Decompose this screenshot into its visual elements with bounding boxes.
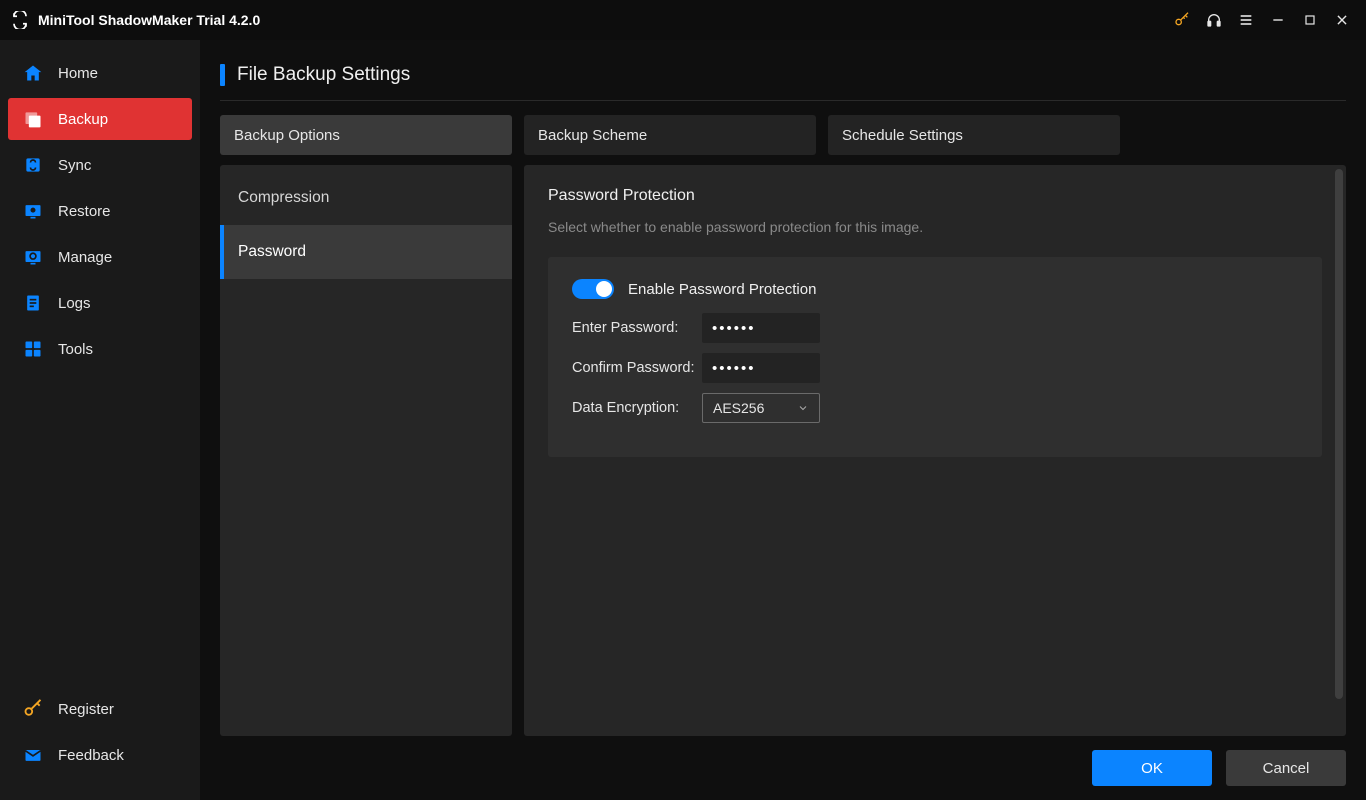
encryption-value: AES256 (713, 400, 764, 416)
toggle-label: Enable Password Protection (628, 281, 816, 298)
key-icon (22, 698, 44, 720)
sync-icon (22, 154, 44, 176)
password-card: Enable Password Protection Enter Passwor… (548, 257, 1322, 457)
sidebar-item-label: Home (58, 65, 98, 82)
sidebar-item-label: Tools (58, 341, 93, 358)
panel-heading: Password Protection (548, 187, 1322, 205)
sidebar-item-label: Restore (58, 203, 111, 220)
manage-icon (22, 246, 44, 268)
sidebar-item-label: Feedback (58, 747, 124, 764)
settings-panel: Password Protection Select whether to en… (524, 165, 1346, 736)
tabs-row: Backup Options Backup Scheme Schedule Se… (220, 115, 1346, 155)
sidebar-item-label: Manage (58, 249, 112, 266)
footer-buttons: OK Cancel (220, 736, 1346, 786)
enter-password-input[interactable] (702, 313, 820, 343)
window-maximize-icon[interactable] (1296, 6, 1324, 34)
sidebar-item-tools[interactable]: Tools (8, 328, 192, 370)
confirm-password-label: Confirm Password: (572, 360, 702, 376)
sidebar-item-label: Sync (58, 157, 91, 174)
sidebar-item-logs[interactable]: Logs (8, 282, 192, 324)
confirm-password-input[interactable] (702, 353, 820, 383)
data-encryption-label: Data Encryption: (572, 400, 702, 416)
menu-icon[interactable] (1232, 6, 1260, 34)
sidebar-item-backup[interactable]: Backup (8, 98, 192, 140)
logs-icon (22, 292, 44, 314)
main-content: File Backup Settings Backup Options Back… (200, 40, 1366, 800)
window-title: MiniTool ShadowMaker Trial 4.2.0 (38, 12, 260, 28)
page-title-row: File Backup Settings (220, 64, 1346, 101)
sidebar-item-label: Backup (58, 111, 108, 128)
enter-password-label: Enter Password: (572, 320, 702, 336)
home-icon (22, 62, 44, 84)
restore-icon (22, 200, 44, 222)
chevron-down-icon (797, 402, 809, 414)
sidebar-item-sync[interactable]: Sync (8, 144, 192, 186)
enable-password-toggle[interactable] (572, 279, 614, 299)
window-close-icon[interactable] (1328, 6, 1356, 34)
subnav-item-password[interactable]: Password (220, 225, 512, 279)
sidebar-item-manage[interactable]: Manage (8, 236, 192, 278)
window-minimize-icon[interactable] (1264, 6, 1292, 34)
ok-button[interactable]: OK (1092, 750, 1212, 786)
title-bar: MiniTool ShadowMaker Trial 4.2.0 (0, 0, 1366, 40)
app-logo-icon (10, 10, 30, 30)
sidebar-item-label: Register (58, 701, 114, 718)
cancel-button[interactable]: Cancel (1226, 750, 1346, 786)
panel-scrollbar[interactable] (1335, 169, 1343, 699)
headphones-icon[interactable] (1200, 6, 1228, 34)
sidebar-item-label: Logs (58, 295, 91, 312)
sidebar-item-feedback[interactable]: Feedback (8, 734, 192, 776)
key-icon[interactable] (1168, 6, 1196, 34)
page-title: File Backup Settings (237, 64, 410, 86)
panel-description: Select whether to enable password protec… (548, 219, 1322, 235)
sidebar: Home Backup Sync Restore Manage (0, 40, 200, 800)
sidebar-item-register[interactable]: Register (8, 688, 192, 730)
encryption-select[interactable]: AES256 (702, 393, 820, 423)
tab-backup-options[interactable]: Backup Options (220, 115, 512, 155)
sidebar-item-home[interactable]: Home (8, 52, 192, 94)
sidebar-item-restore[interactable]: Restore (8, 190, 192, 232)
options-subnav: Compression Password (220, 165, 512, 736)
tools-icon (22, 338, 44, 360)
tab-backup-scheme[interactable]: Backup Scheme (524, 115, 816, 155)
tab-schedule-settings[interactable]: Schedule Settings (828, 115, 1120, 155)
subnav-item-compression[interactable]: Compression (220, 171, 512, 225)
accent-bar (220, 64, 225, 86)
backup-icon (22, 108, 44, 130)
mail-icon (22, 744, 44, 766)
